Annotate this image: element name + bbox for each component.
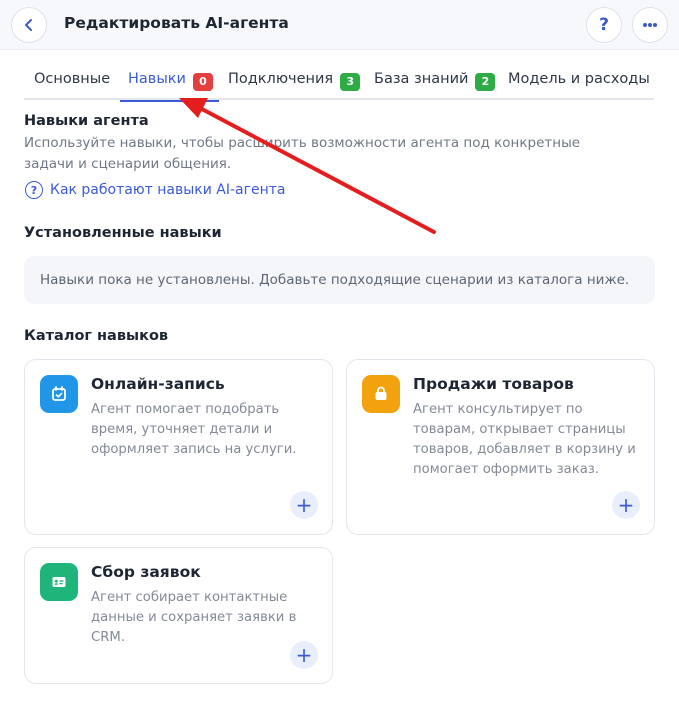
help-link-label: Как работают навыки AI-агента [50, 182, 286, 198]
plus-icon: + [295, 493, 313, 517]
page-title: Редактировать AI-агента [64, 14, 289, 32]
add-skill-button[interactable]: + [290, 641, 318, 669]
tab-label: Модель и расходы [508, 71, 650, 87]
catalog-heading: Каталог навыков [24, 328, 169, 344]
skill-card-title: Сбор заявок [91, 563, 201, 581]
skill-card-description: Агент консультирует по товарам, открывае… [413, 402, 636, 477]
tab-count-badge: 0 [192, 73, 213, 91]
plus-icon: + [617, 493, 635, 517]
tab-label: Подключения [228, 71, 334, 87]
skills-description: Используйте навыки, чтобы расширить возм… [24, 135, 581, 172]
tab-count-badge: 2 [475, 73, 496, 91]
tab-label: Основные [34, 71, 111, 87]
chevron-left-icon [25, 19, 32, 31]
tab-model-and-costs[interactable]: Модель и расходы [508, 71, 650, 99]
tab-bar: Основные Навыки 0 Подключения 3 База зна… [24, 70, 654, 102]
question-icon: ? [599, 15, 609, 35]
add-skill-button[interactable]: + [290, 491, 318, 519]
empty-state-text: Навыки пока не установлены. Добавьте под… [40, 272, 630, 288]
tab-main[interactable]: Основные [34, 71, 110, 99]
tab-connections[interactable]: Подключения 3 [228, 71, 361, 99]
skill-card-product-sales[interactable]: Продажи товаров Агент консультирует по т… [346, 359, 655, 535]
skill-card-lead-collection[interactable]: Сбор заявок Агент собирает контактные да… [24, 547, 333, 684]
tab-label: Навыки [128, 71, 186, 87]
tab-skills[interactable]: Навыки 0 [120, 71, 219, 102]
contact-card-icon [40, 563, 78, 601]
more-dots-icon [643, 23, 657, 27]
plus-icon: + [295, 643, 313, 667]
skill-card-online-booking[interactable]: Онлайн-запись Агент помогает подобрать в… [24, 359, 333, 535]
installed-skills-heading: Установленные навыки [24, 225, 222, 241]
skills-help-link[interactable]: ? Как работают навыки AI-агента [25, 181, 285, 199]
calendar-icon [40, 375, 78, 413]
skill-card-title: Продажи товаров [413, 375, 574, 393]
help-button[interactable]: ? [586, 7, 622, 43]
shopping-bag-icon [362, 375, 400, 413]
back-button[interactable] [11, 7, 47, 43]
add-skill-button[interactable]: + [612, 491, 640, 519]
tab-knowledge-base[interactable]: База знаний 2 [374, 71, 496, 99]
skill-card-description: Агент собирает контактные данные и сохра… [91, 590, 297, 645]
installed-skills-empty-state: Навыки пока не установлены. Добавьте под… [24, 256, 655, 304]
tab-label: База знаний [374, 71, 469, 87]
skill-card-description: Агент помогает подобрать время, уточняет… [91, 402, 297, 457]
question-circle-icon: ? [25, 181, 43, 199]
skills-heading: Навыки агента [24, 113, 149, 129]
tab-count-badge: 3 [340, 73, 361, 91]
more-options-button[interactable] [632, 7, 668, 43]
app-header: Редактировать AI-агента ? [0, 0, 679, 50]
skill-card-title: Онлайн-запись [91, 375, 225, 393]
